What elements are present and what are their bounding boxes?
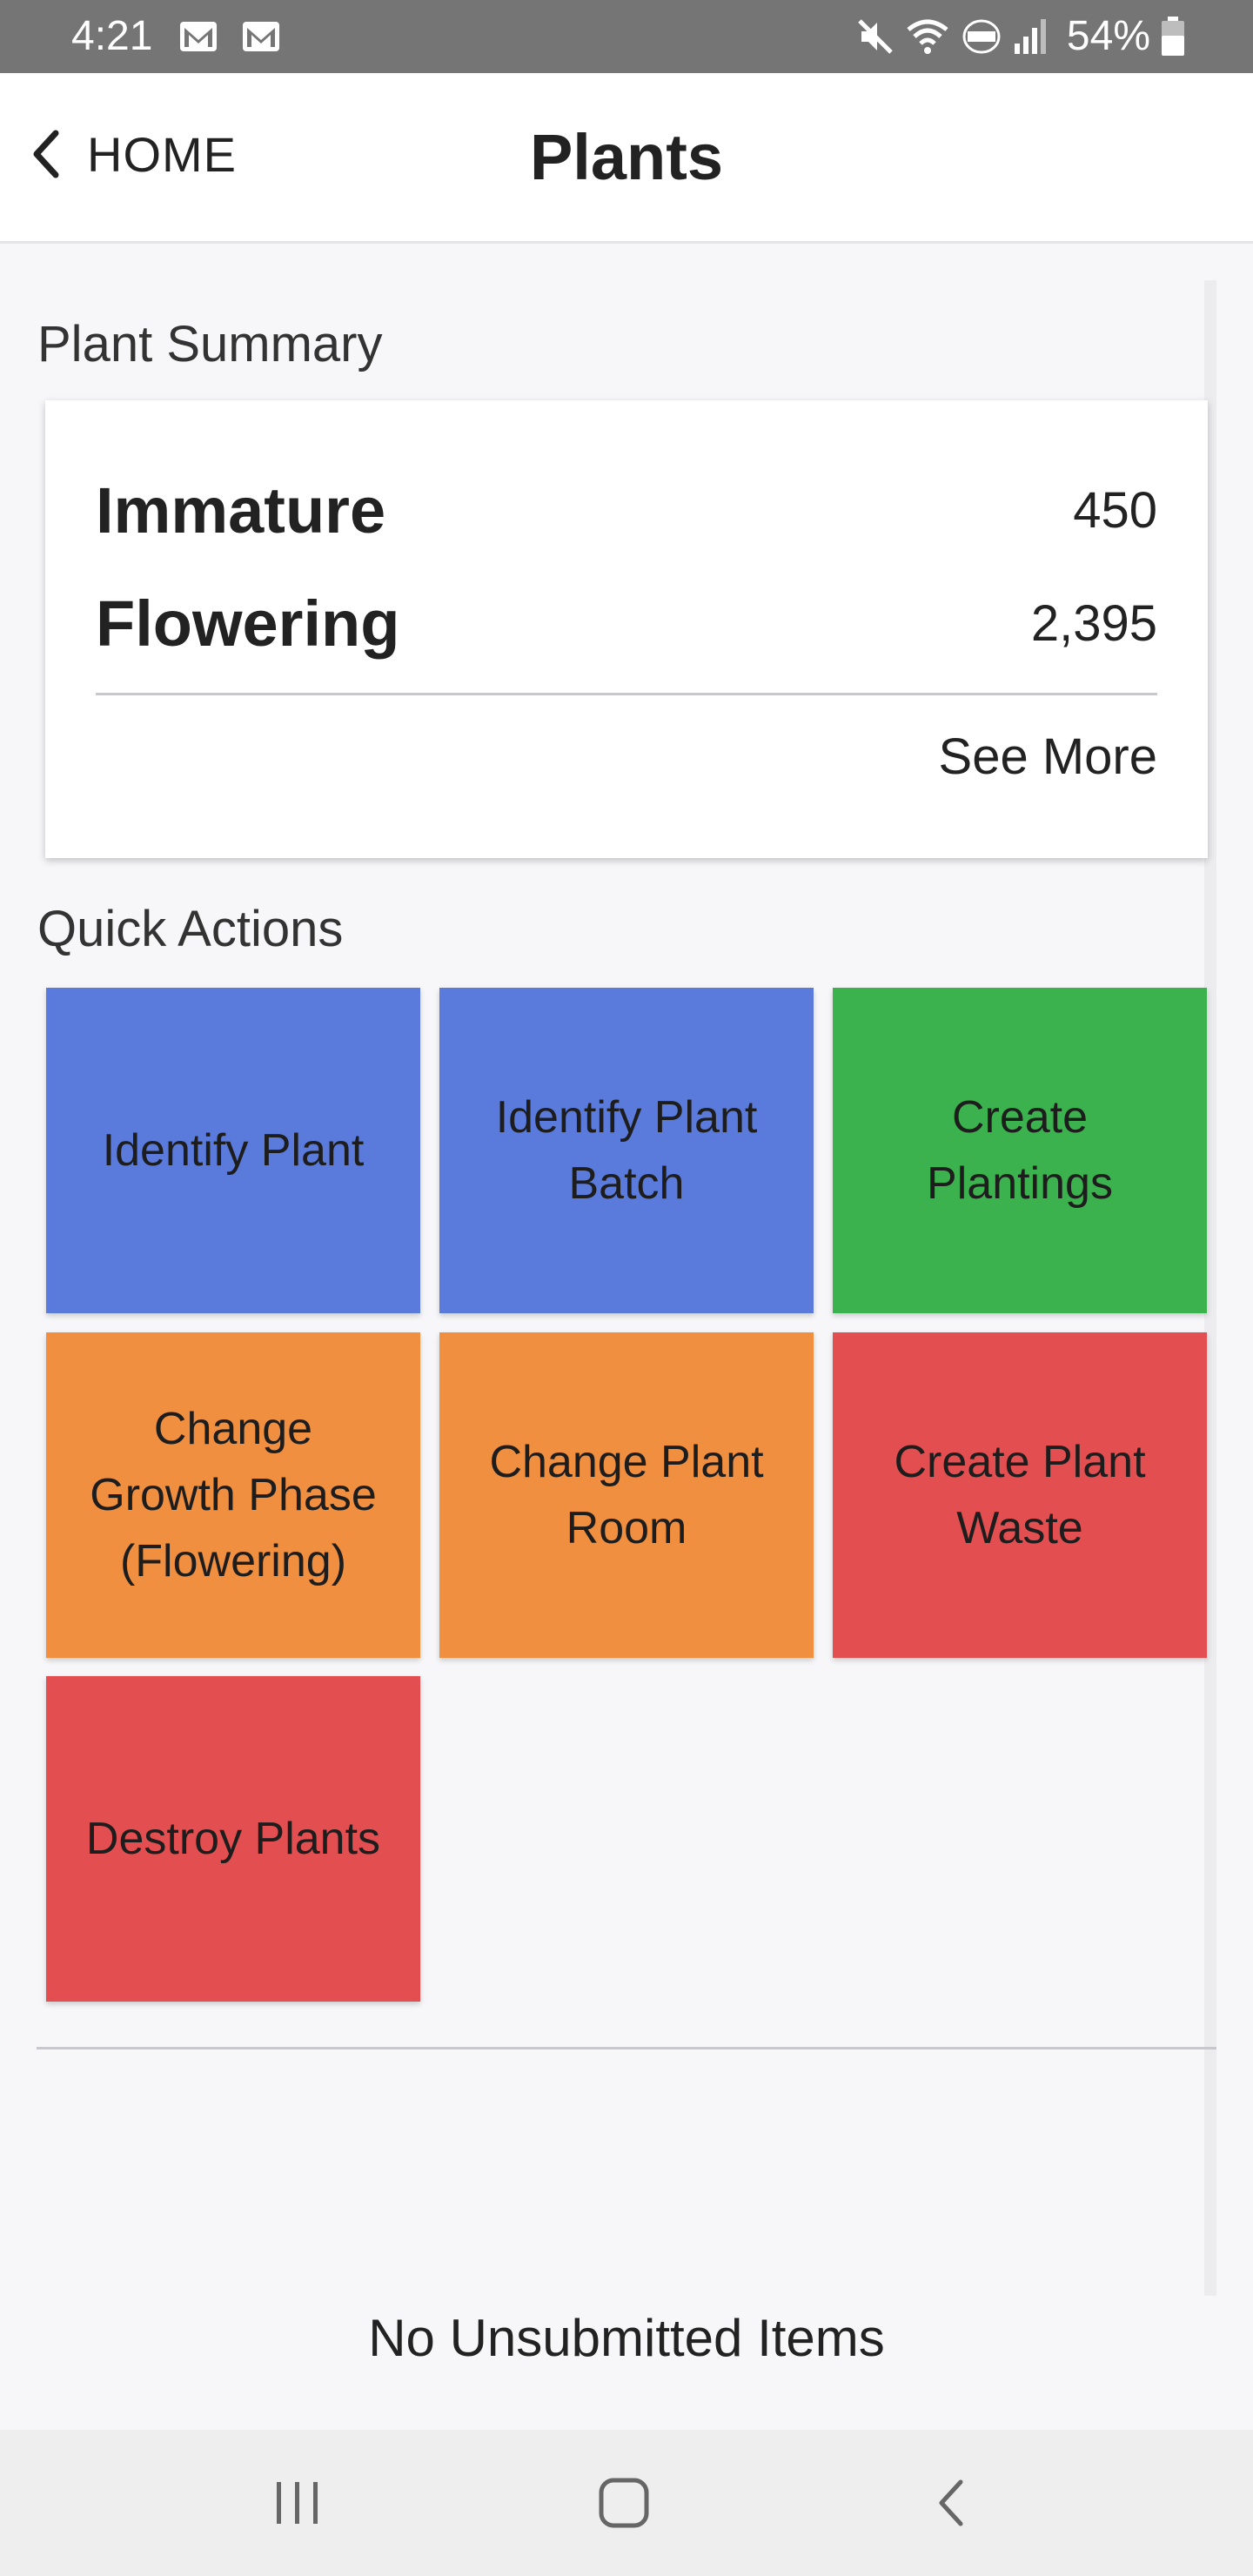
volte-icon: [962, 19, 1001, 54]
tile-label: Destroy Plants: [85, 1814, 381, 1864]
page-title: Plants: [529, 121, 724, 193]
mute-icon: [858, 19, 893, 54]
gmail-icon: [180, 22, 217, 51]
identify-plant-batch-button[interactable]: Identify Plant Batch: [439, 988, 814, 1313]
change-plant-room-button[interactable]: Change Plant Room: [439, 1332, 814, 1658]
create-plant-waste-button[interactable]: Create Plant Waste: [833, 1332, 1207, 1658]
see-more-link[interactable]: See More: [939, 728, 1157, 786]
battery-percent: 54%: [1066, 13, 1150, 59]
tile-label: Change Plant Room: [489, 1437, 764, 1553]
summary-row-flowering: Flowering 2,395: [96, 580, 1157, 667]
home-icon: [599, 2478, 649, 2528]
identify-plant-button[interactable]: Identify Plant: [46, 988, 420, 1313]
section-divider: [37, 2047, 1216, 2049]
destroy-plants-button[interactable]: Destroy Plants: [46, 1676, 420, 2002]
summary-label: Immature: [96, 473, 386, 547]
change-growth-phase-button[interactable]: Change Growth Phase (Flowering): [46, 1332, 420, 1658]
system-nav-bar: [0, 2430, 1253, 2576]
status-time: 4:21: [71, 13, 153, 59]
tile-label: Change Growth Phase (Flowering): [90, 1404, 377, 1587]
plant-summary-card: Immature 450 Flowering 2,395 See More: [45, 400, 1208, 858]
tile-label: Identify Plant Batch: [495, 1092, 758, 1209]
mail-icon: [243, 22, 279, 51]
unsubmitted-status: No Unsubmitted Items: [368, 2309, 885, 2367]
home-button[interactable]: [554, 2430, 694, 2576]
signal-icon: [1014, 19, 1046, 54]
recent-apps-button[interactable]: [228, 2430, 367, 2576]
app-bar: HOME Plants: [0, 73, 1253, 244]
create-plantings-button[interactable]: Create Plantings: [833, 988, 1207, 1313]
recent-apps-icon: [277, 2482, 318, 2524]
summary-value: 2,395: [1030, 594, 1157, 652]
summary-row-immature: Immature 450: [96, 466, 1157, 553]
wifi-icon: [907, 19, 948, 54]
back-button[interactable]: [881, 2430, 1020, 2576]
tile-label: Create Plant Waste: [894, 1437, 1146, 1553]
battery-icon: [1162, 17, 1184, 56]
plant-summary-heading: Plant Summary: [37, 316, 383, 372]
tile-label: Identify Plant: [102, 1125, 365, 1176]
summary-value: 450: [1073, 481, 1157, 539]
tile-label: Create Plantings: [927, 1092, 1113, 1209]
card-divider: [96, 693, 1157, 695]
quick-actions-heading: Quick Actions: [37, 901, 344, 957]
back-icon: [939, 2479, 963, 2526]
summary-label: Flowering: [96, 587, 400, 660]
status-bar: 4:21 54%: [0, 0, 1253, 73]
